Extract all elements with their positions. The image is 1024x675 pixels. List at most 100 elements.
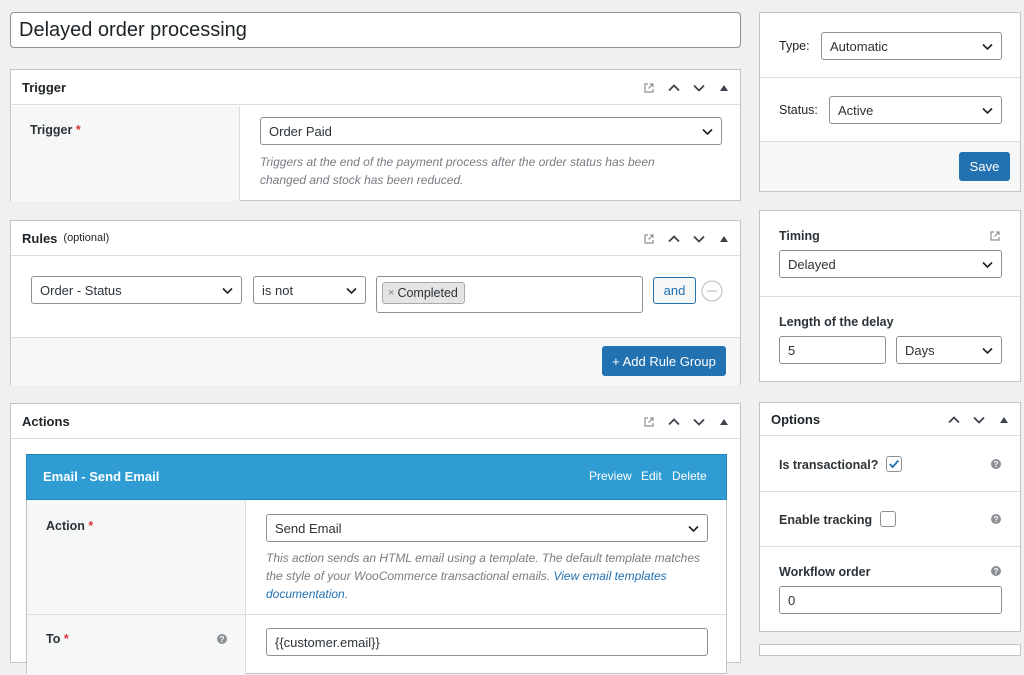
to-field-label: To *: [46, 632, 69, 646]
chevron-up-icon[interactable]: [666, 80, 682, 96]
tag-remove-icon[interactable]: ×: [388, 287, 394, 299]
action-field-label: Action *: [46, 519, 93, 533]
actions-panel-header: Actions: [11, 404, 740, 439]
transactional-label: Is transactional?: [779, 458, 879, 472]
help-icon[interactable]: ?: [991, 566, 1001, 576]
external-link-icon[interactable]: [641, 80, 657, 96]
rules-heading: Rules: [22, 230, 58, 246]
action-select-value: Send Email: [275, 520, 342, 536]
help-icon[interactable]: ?: [991, 514, 1001, 524]
checkmark-icon: [889, 459, 900, 469]
publish-panel: Type: Automatic Status: Active Save: [759, 12, 1021, 192]
action-description: This action sends an HTML email using a …: [266, 549, 706, 603]
help-icon[interactable]: ?: [991, 459, 1001, 469]
action-description-end: .: [344, 587, 349, 601]
chevron-down-icon: [346, 287, 357, 295]
chevron-down-icon: [982, 107, 993, 115]
timing-panel: Timing Delayed Length of the delay 5 Day…: [759, 210, 1021, 382]
trigger-heading: Trigger: [22, 79, 67, 95]
timing-heading: Timing: [779, 229, 820, 243]
action-select[interactable]: Send Email: [266, 514, 708, 542]
type-select[interactable]: Automatic: [821, 32, 1002, 60]
required-mark: *: [88, 519, 94, 533]
type-select-value: Automatic: [830, 38, 888, 54]
action-item: Email - Send Email Preview Edit Delete A…: [26, 454, 727, 675]
to-field-label-text: To: [46, 632, 61, 646]
rule-compare-value: is not: [262, 282, 294, 298]
options-divider: [760, 491, 1020, 492]
action-item-title: Email - Send Email: [43, 469, 160, 484]
chevron-down-icon[interactable]: [691, 80, 707, 96]
status-select[interactable]: Active: [829, 96, 1002, 124]
save-button[interactable]: Save: [959, 152, 1010, 181]
type-label: Type:: [779, 39, 810, 53]
workflow-order-input[interactable]: 0: [779, 586, 1002, 614]
workflow-title-input[interactable]: Delayed order processing: [10, 12, 741, 48]
rule-value-multiselect[interactable]: × Completed: [376, 276, 643, 313]
delay-amount-input[interactable]: 5: [779, 336, 886, 364]
chevron-up-icon[interactable]: [666, 414, 682, 430]
required-mark: *: [63, 632, 69, 646]
trigger-description: Triggers at the end of the payment proce…: [260, 155, 655, 187]
transactional-checkbox[interactable]: [886, 456, 902, 472]
status-label: Status:: [779, 103, 818, 117]
status-select-value: Active: [838, 102, 874, 118]
trigger-field-label: Trigger *: [30, 123, 81, 137]
rules-panel-header: Rules (optional): [11, 221, 740, 256]
chevron-down-icon[interactable]: [971, 412, 987, 428]
delay-unit-value: Days: [905, 342, 935, 358]
actions-panel: Actions Email - Send Email Preview Edit …: [10, 403, 741, 675]
next-panel-edge: [759, 644, 1021, 656]
timing-select-value: Delayed: [788, 256, 836, 272]
external-link-icon[interactable]: [989, 230, 1001, 242]
chevron-up-icon[interactable]: [666, 231, 682, 247]
options-panel: Options Is transactional? ? Enable track…: [759, 402, 1021, 632]
external-link-icon[interactable]: [641, 231, 657, 247]
options-panel-header: Options: [760, 403, 1020, 436]
action-item-header[interactable]: Email - Send Email Preview Edit Delete: [26, 454, 727, 500]
rules-panel: Rules (optional) Order - Status is not ×…: [10, 220, 741, 385]
chevron-down-icon[interactable]: [691, 414, 707, 430]
triangle-up-icon[interactable]: [716, 231, 732, 247]
triangle-up-icon[interactable]: [996, 412, 1012, 428]
publish-divider: [760, 77, 1020, 78]
help-icon[interactable]: ?: [217, 634, 227, 644]
timing-select[interactable]: Delayed: [779, 250, 1002, 278]
rule-value-tag: × Completed: [382, 282, 465, 304]
triangle-up-icon[interactable]: [716, 414, 732, 430]
chevron-up-icon[interactable]: [946, 412, 962, 428]
workflow-order-label: Workflow order: [779, 565, 871, 579]
chevron-down-icon: [982, 261, 993, 269]
delay-unit-select[interactable]: Days: [896, 336, 1002, 364]
actions-heading: Actions: [22, 413, 70, 429]
chevron-down-icon: [982, 43, 993, 51]
options-divider: [760, 546, 1020, 547]
rules-optional-label: (optional): [63, 232, 110, 244]
trigger-panel-header: Trigger: [11, 70, 740, 105]
tracking-label: Enable tracking: [779, 513, 873, 527]
action-row-divider: [27, 614, 726, 615]
rule-value-tag-label: Completed: [397, 286, 458, 300]
remove-circle-icon[interactable]: [701, 280, 723, 302]
chevron-down-icon: [702, 128, 713, 136]
required-mark: *: [75, 123, 81, 137]
rule-compare-select[interactable]: is not: [253, 276, 366, 304]
add-rule-group-button[interactable]: + Add Rule Group: [602, 346, 726, 376]
and-button[interactable]: and: [653, 277, 696, 304]
trigger-select-value: Order Paid: [269, 123, 332, 139]
action-preview-link[interactable]: Preview: [589, 469, 632, 483]
rule-field-select[interactable]: Order - Status: [31, 276, 242, 304]
action-edit-link[interactable]: Edit: [641, 469, 662, 483]
tracking-checkbox[interactable]: [880, 511, 896, 527]
action-delete-link[interactable]: Delete: [672, 469, 707, 483]
external-link-icon[interactable]: [641, 414, 657, 430]
triangle-up-icon[interactable]: [716, 80, 732, 96]
options-heading: Options: [771, 411, 821, 427]
trigger-label-column: [11, 106, 240, 201]
chevron-down-icon[interactable]: [691, 231, 707, 247]
chevron-down-icon: [688, 525, 699, 533]
trigger-field-label-text: Trigger: [30, 123, 73, 137]
trigger-select[interactable]: Order Paid: [260, 117, 722, 145]
action-field-label-text: Action: [46, 519, 85, 533]
delay-length-label: Length of the delay: [779, 315, 894, 329]
